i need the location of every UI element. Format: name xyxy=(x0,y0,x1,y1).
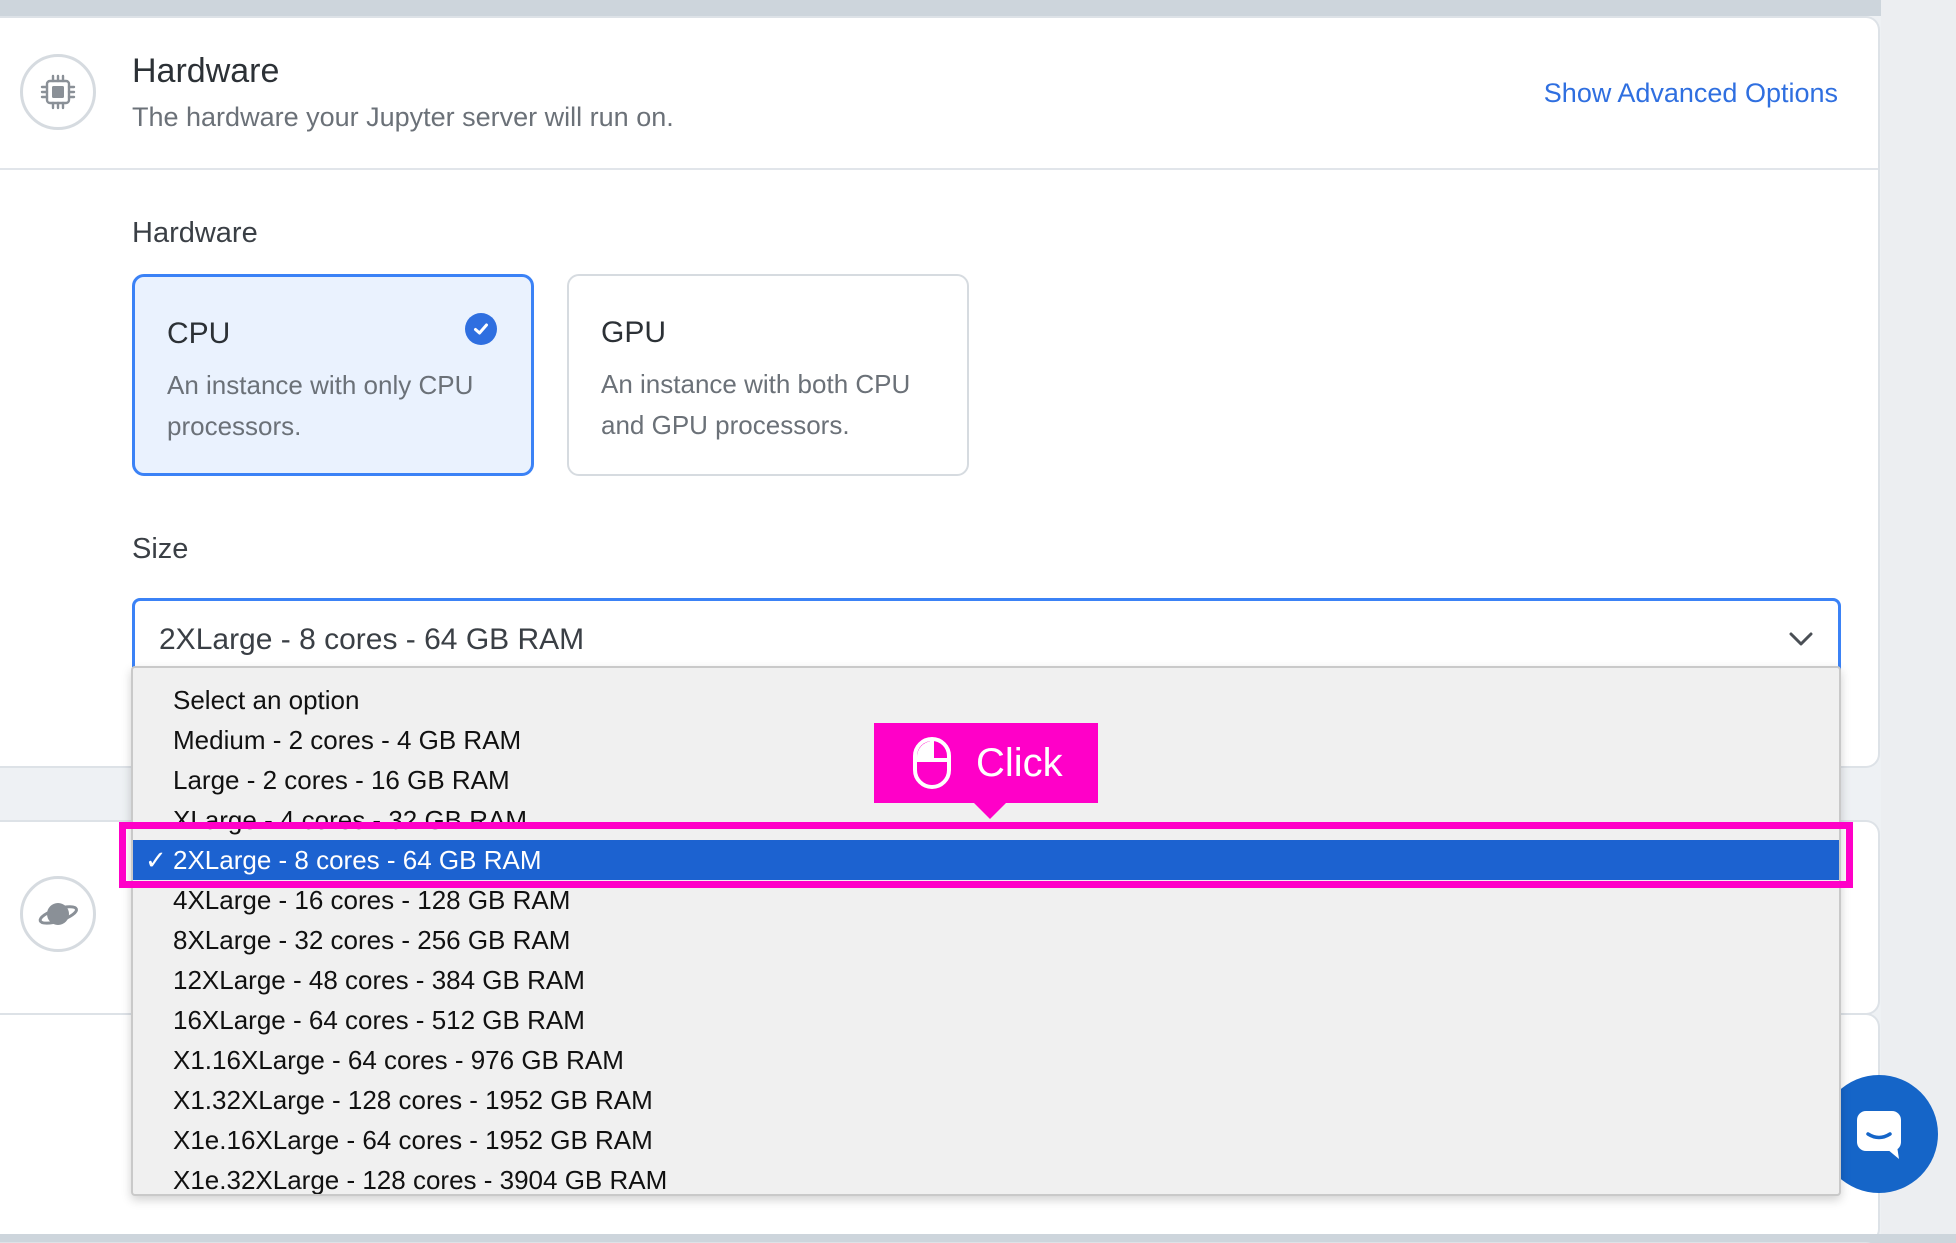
size-select-value: 2XLarge - 8 cores - 64 GB RAM xyxy=(159,623,585,656)
gpu-option-description: An instance with both CPU and GPU proces… xyxy=(601,369,911,440)
top-divider xyxy=(0,0,1956,16)
size-option-label: 8XLarge - 32 cores - 256 GB RAM xyxy=(173,925,571,955)
size-option-selected[interactable]: ✓ 2XLarge - 8 cores - 64 GB RAM xyxy=(133,840,1839,880)
hardware-card-header: Hardware The hardware your Jupyter serve… xyxy=(0,18,1878,170)
size-option-label: Select an option xyxy=(173,685,360,715)
size-option-label: 16XLarge - 64 cores - 512 GB RAM xyxy=(173,1005,585,1035)
chevron-down-icon xyxy=(1788,629,1814,654)
section-title: Hardware xyxy=(132,52,280,90)
gpu-option-card[interactable]: GPU An instance with both CPU and GPU pr… xyxy=(567,274,969,476)
right-gutter xyxy=(1881,0,1956,1242)
size-option-label: X1e.16XLarge - 64 cores - 1952 GB RAM xyxy=(173,1125,653,1155)
size-option-label: X1.16XLarge - 64 cores - 976 GB RAM xyxy=(173,1045,624,1075)
checkmark-icon: ✓ xyxy=(145,845,167,875)
hardware-label: Hardware xyxy=(132,217,258,249)
size-option-label: 2XLarge - 8 cores - 64 GB RAM xyxy=(173,845,542,875)
checkmark-icon xyxy=(465,313,497,345)
size-option-label: 12XLarge - 48 cores - 384 GB RAM xyxy=(173,965,585,995)
bottom-divider xyxy=(0,1234,1956,1242)
click-label: Click xyxy=(976,741,1063,785)
chat-icon xyxy=(1857,1111,1901,1159)
size-option-label: X1.32XLarge - 128 cores - 1952 GB RAM xyxy=(173,1085,653,1115)
planet-icon xyxy=(20,876,96,952)
show-advanced-options-link[interactable]: Show Advanced Options xyxy=(1544,78,1838,109)
size-option[interactable]: Select an option xyxy=(133,680,1839,720)
size-option-label: X1e.32XLarge - 128 cores - 3904 GB RAM xyxy=(173,1165,668,1195)
size-option[interactable]: X1.32XLarge - 128 cores - 1952 GB RAM xyxy=(133,1080,1839,1120)
hardware-card: Hardware The hardware your Jupyter serve… xyxy=(0,16,1880,768)
section-subtitle: The hardware your Jupyter server will ru… xyxy=(132,102,674,132)
cpu-option-card[interactable]: CPU An instance with only CPU processors… xyxy=(132,274,534,476)
size-option[interactable]: X1e.32XLarge - 128 cores - 3904 GB RAM xyxy=(133,1160,1839,1195)
click-annotation: Click xyxy=(874,723,1098,819)
size-option-label: Medium - 2 cores - 4 GB RAM xyxy=(173,725,522,755)
size-option[interactable]: 4XLarge - 16 cores - 128 GB RAM xyxy=(133,880,1839,920)
cpu-option-title: CPU xyxy=(167,317,231,350)
size-option[interactable]: X1.16XLarge - 64 cores - 976 GB RAM xyxy=(133,1040,1839,1080)
size-option-label: 4XLarge - 16 cores - 128 GB RAM xyxy=(173,885,571,915)
size-option-label: XLarge - 4 cores - 32 GB RAM xyxy=(173,805,528,835)
size-option[interactable]: 16XLarge - 64 cores - 512 GB RAM xyxy=(133,1000,1839,1040)
size-option[interactable]: 12XLarge - 48 cores - 384 GB RAM xyxy=(133,960,1839,1000)
size-option[interactable]: 8XLarge - 32 cores - 256 GB RAM xyxy=(133,920,1839,960)
size-label: Size xyxy=(132,533,189,565)
size-option-label: Large - 2 cores - 16 GB RAM xyxy=(173,765,510,795)
mouse-icon xyxy=(912,736,952,795)
cpu-option-description: An instance with only CPU processors. xyxy=(167,370,474,441)
chip-icon xyxy=(20,54,96,130)
gpu-option-title: GPU xyxy=(601,316,667,349)
size-option[interactable]: X1e.16XLarge - 64 cores - 1952 GB RAM xyxy=(133,1120,1839,1160)
